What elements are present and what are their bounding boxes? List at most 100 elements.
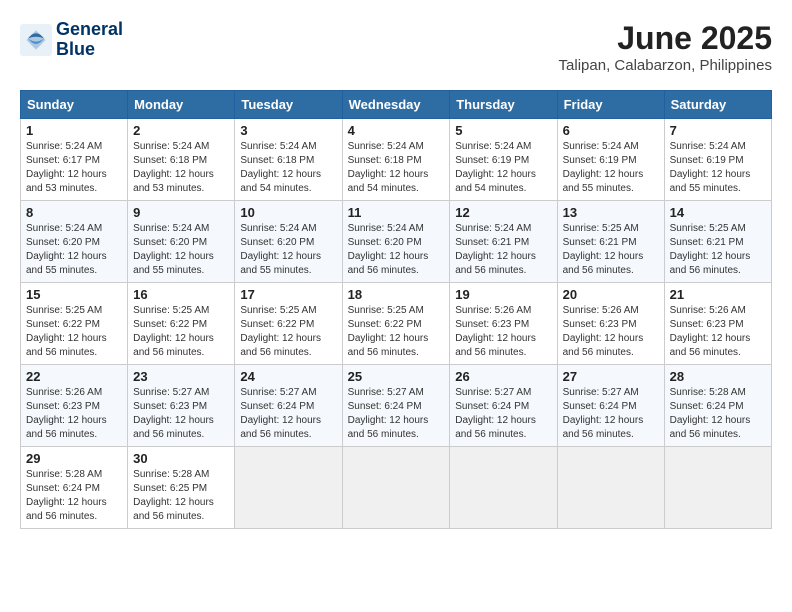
- sunset-label: Sunset: 6:21 PM: [455, 237, 529, 248]
- sunrise-label: Sunrise: 5:26 AM: [26, 387, 102, 398]
- sunrise-label: Sunrise: 5:26 AM: [563, 305, 639, 316]
- sunset-label: Sunset: 6:17 PM: [26, 155, 100, 166]
- day-number: 28: [670, 369, 766, 384]
- day-number: 6: [563, 123, 659, 138]
- sunset-label: Sunset: 6:18 PM: [240, 155, 314, 166]
- daylight-label: Daylight: 12 hours: [240, 415, 321, 426]
- daylight-label: Daylight: 12 hours: [455, 333, 536, 344]
- daylight-minutes: and 56 minutes.: [670, 429, 741, 440]
- daylight-minutes: and 56 minutes.: [240, 429, 311, 440]
- sunset-label: Sunset: 6:25 PM: [133, 483, 207, 494]
- daylight-minutes: and 55 minutes.: [26, 265, 97, 276]
- table-row: 28 Sunrise: 5:28 AM Sunset: 6:24 PM Dayl…: [664, 365, 771, 447]
- daylight-minutes: and 53 minutes.: [26, 183, 97, 194]
- table-row: 6 Sunrise: 5:24 AM Sunset: 6:19 PM Dayli…: [557, 119, 664, 201]
- day-number: 18: [348, 287, 445, 302]
- daylight-label: Daylight: 12 hours: [670, 415, 751, 426]
- daylight-label: Daylight: 12 hours: [348, 415, 429, 426]
- daylight-label: Daylight: 12 hours: [348, 251, 429, 262]
- day-info: Sunrise: 5:25 AM Sunset: 6:21 PM Dayligh…: [670, 222, 766, 278]
- sunrise-label: Sunrise: 5:24 AM: [26, 141, 102, 152]
- day-info: Sunrise: 5:25 AM Sunset: 6:22 PM Dayligh…: [26, 304, 122, 360]
- day-info: Sunrise: 5:28 AM Sunset: 6:24 PM Dayligh…: [670, 386, 766, 442]
- sunrise-label: Sunrise: 5:28 AM: [670, 387, 746, 398]
- header-thursday: Thursday: [450, 91, 557, 119]
- sunrise-label: Sunrise: 5:27 AM: [348, 387, 424, 398]
- day-number: 1: [26, 123, 122, 138]
- sunset-label: Sunset: 6:24 PM: [348, 401, 422, 412]
- day-info: Sunrise: 5:24 AM Sunset: 6:19 PM Dayligh…: [455, 140, 551, 196]
- header-wednesday: Wednesday: [342, 91, 450, 119]
- sunset-label: Sunset: 6:24 PM: [240, 401, 314, 412]
- daylight-label: Daylight: 12 hours: [26, 251, 107, 262]
- table-row: 10 Sunrise: 5:24 AM Sunset: 6:20 PM Dayl…: [235, 201, 342, 283]
- daylight-minutes: and 54 minutes.: [240, 183, 311, 194]
- sunset-label: Sunset: 6:19 PM: [563, 155, 637, 166]
- day-info: Sunrise: 5:25 AM Sunset: 6:22 PM Dayligh…: [133, 304, 229, 360]
- daylight-label: Daylight: 12 hours: [670, 169, 751, 180]
- daylight-label: Daylight: 12 hours: [133, 333, 214, 344]
- day-number: 17: [240, 287, 336, 302]
- table-row: 14 Sunrise: 5:25 AM Sunset: 6:21 PM Dayl…: [664, 201, 771, 283]
- day-number: 2: [133, 123, 229, 138]
- sunrise-label: Sunrise: 5:24 AM: [670, 141, 746, 152]
- day-info: Sunrise: 5:26 AM Sunset: 6:23 PM Dayligh…: [563, 304, 659, 360]
- sunrise-label: Sunrise: 5:25 AM: [240, 305, 316, 316]
- sunset-label: Sunset: 6:24 PM: [563, 401, 637, 412]
- day-info: Sunrise: 5:24 AM Sunset: 6:18 PM Dayligh…: [240, 140, 336, 196]
- logo: General Blue: [20, 20, 123, 60]
- day-number: 16: [133, 287, 229, 302]
- sunset-label: Sunset: 6:20 PM: [26, 237, 100, 248]
- sunrise-label: Sunrise: 5:25 AM: [26, 305, 102, 316]
- logo-text: General Blue: [56, 20, 123, 60]
- daylight-minutes: and 56 minutes.: [26, 429, 97, 440]
- day-info: Sunrise: 5:27 AM Sunset: 6:24 PM Dayligh…: [563, 386, 659, 442]
- sunrise-label: Sunrise: 5:24 AM: [563, 141, 639, 152]
- day-info: Sunrise: 5:24 AM Sunset: 6:17 PM Dayligh…: [26, 140, 122, 196]
- sunset-label: Sunset: 6:20 PM: [133, 237, 207, 248]
- daylight-minutes: and 55 minutes.: [240, 265, 311, 276]
- table-row: 16 Sunrise: 5:25 AM Sunset: 6:22 PM Dayl…: [128, 283, 235, 365]
- daylight-label: Daylight: 12 hours: [455, 415, 536, 426]
- sunset-label: Sunset: 6:22 PM: [240, 319, 314, 330]
- day-number: 30: [133, 451, 229, 466]
- day-number: 11: [348, 205, 445, 220]
- sunrise-label: Sunrise: 5:28 AM: [133, 469, 209, 480]
- table-row: 2 Sunrise: 5:24 AM Sunset: 6:18 PM Dayli…: [128, 119, 235, 201]
- daylight-label: Daylight: 12 hours: [670, 251, 751, 262]
- daylight-minutes: and 56 minutes.: [240, 347, 311, 358]
- day-number: 26: [455, 369, 551, 384]
- sunrise-label: Sunrise: 5:24 AM: [455, 141, 531, 152]
- daylight-minutes: and 56 minutes.: [455, 429, 526, 440]
- calendar-table: Sunday Monday Tuesday Wednesday Thursday…: [20, 90, 772, 529]
- sunrise-label: Sunrise: 5:24 AM: [240, 223, 316, 234]
- sunset-label: Sunset: 6:23 PM: [563, 319, 637, 330]
- day-info: Sunrise: 5:24 AM Sunset: 6:20 PM Dayligh…: [133, 222, 229, 278]
- day-info: Sunrise: 5:25 AM Sunset: 6:22 PM Dayligh…: [348, 304, 445, 360]
- sunset-label: Sunset: 6:18 PM: [133, 155, 207, 166]
- sunrise-label: Sunrise: 5:28 AM: [26, 469, 102, 480]
- table-row: 27 Sunrise: 5:27 AM Sunset: 6:24 PM Dayl…: [557, 365, 664, 447]
- day-info: Sunrise: 5:24 AM Sunset: 6:21 PM Dayligh…: [455, 222, 551, 278]
- table-row: 26 Sunrise: 5:27 AM Sunset: 6:24 PM Dayl…: [450, 365, 557, 447]
- day-number: 5: [455, 123, 551, 138]
- day-number: 7: [670, 123, 766, 138]
- day-info: Sunrise: 5:24 AM Sunset: 6:18 PM Dayligh…: [348, 140, 445, 196]
- day-info: Sunrise: 5:27 AM Sunset: 6:24 PM Dayligh…: [240, 386, 336, 442]
- sunrise-label: Sunrise: 5:27 AM: [240, 387, 316, 398]
- header-sunday: Sunday: [21, 91, 128, 119]
- table-row: 18 Sunrise: 5:25 AM Sunset: 6:22 PM Dayl…: [342, 283, 450, 365]
- daylight-label: Daylight: 12 hours: [563, 415, 644, 426]
- day-info: Sunrise: 5:26 AM Sunset: 6:23 PM Dayligh…: [670, 304, 766, 360]
- day-info: Sunrise: 5:27 AM Sunset: 6:24 PM Dayligh…: [348, 386, 445, 442]
- daylight-label: Daylight: 12 hours: [26, 497, 107, 508]
- day-info: Sunrise: 5:24 AM Sunset: 6:20 PM Dayligh…: [348, 222, 445, 278]
- day-number: 23: [133, 369, 229, 384]
- sunset-label: Sunset: 6:22 PM: [26, 319, 100, 330]
- daylight-label: Daylight: 12 hours: [240, 169, 321, 180]
- table-row: [342, 447, 450, 529]
- sunrise-label: Sunrise: 5:27 AM: [455, 387, 531, 398]
- day-number: 27: [563, 369, 659, 384]
- day-number: 19: [455, 287, 551, 302]
- daylight-label: Daylight: 12 hours: [133, 169, 214, 180]
